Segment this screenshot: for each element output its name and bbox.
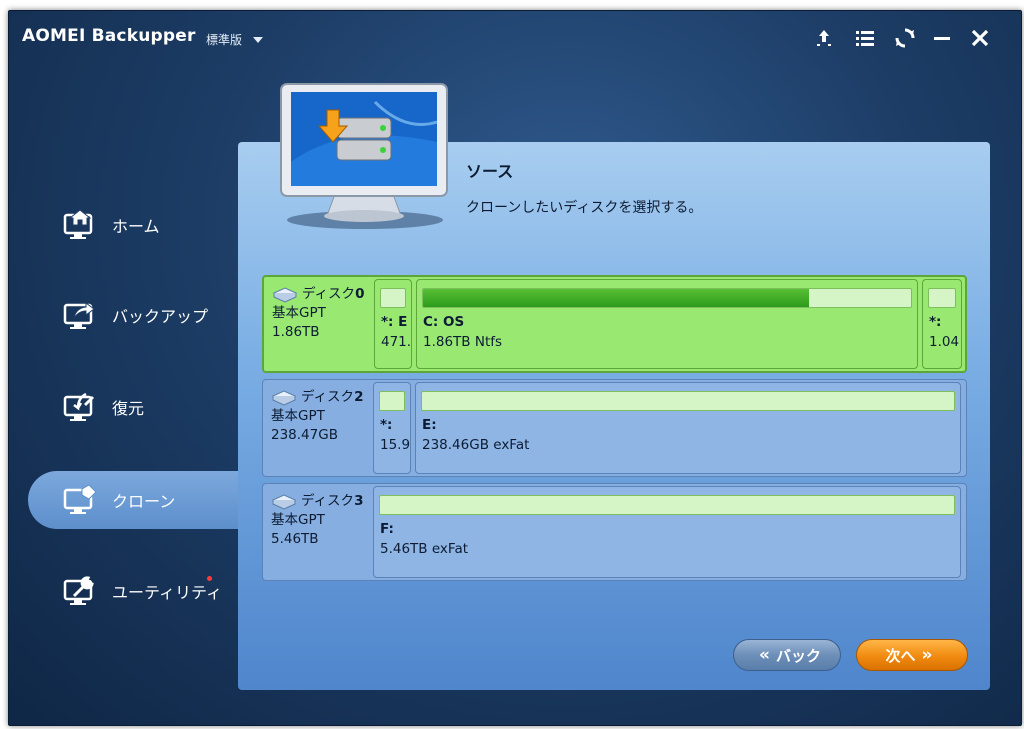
sidebar-item-backup[interactable]: バックアップ [28, 286, 238, 344]
partition-usage-bar [380, 288, 406, 308]
disk-size: 5.46TB [271, 531, 319, 547]
menu-icon[interactable] [853, 26, 877, 50]
double-chevron-left-icon: « [759, 645, 770, 665]
partition-label: C: OS [423, 314, 465, 330]
sidebar-item-label: ユーティリティ [112, 583, 223, 602]
back-button-label: バック [775, 646, 821, 665]
partition-size: 238.46GB exFat [422, 437, 530, 453]
disk-number: 2 [354, 389, 364, 405]
step-title: ソース [466, 162, 514, 181]
disk-number: 0 [355, 286, 365, 302]
disk-icon [271, 493, 297, 510]
sidebar-item-label: ホーム [112, 217, 160, 236]
backup-icon [60, 297, 100, 333]
partition-usage-bar [422, 288, 912, 308]
sidebar-item-utilities[interactable]: ユーティリティ [28, 562, 238, 620]
close-icon[interactable] [968, 26, 992, 50]
disk-name-prefix: ディスク [301, 389, 355, 405]
disk-info: ディスク 3 基本GPT 5.46TB [271, 492, 371, 549]
monitor-icon [275, 82, 453, 232]
partition-usage-bar [928, 288, 956, 308]
notification-dot [207, 576, 212, 581]
partition-label: E: [422, 417, 437, 433]
sidebar-item-label: バックアップ [112, 307, 209, 326]
next-button[interactable]: 次へ » [856, 639, 968, 671]
restore-icon [60, 389, 100, 425]
partition[interactable]: C: OS 1.86TB Ntfs [416, 279, 918, 369]
utilities-icon [60, 573, 100, 609]
disk-info: ディスク 0 基本GPT 1.86TB [272, 285, 372, 342]
home-icon [60, 207, 100, 243]
minimize-icon[interactable] [930, 26, 954, 50]
partition[interactable]: *: E 471. [374, 279, 412, 369]
app-title: AOMEI Backupper [22, 26, 196, 46]
disk-size: 238.47GB [271, 427, 338, 443]
sidebar-item-home[interactable]: ホーム [28, 196, 238, 254]
partition-size: 471. [381, 334, 412, 350]
partition[interactable]: *: 1.04 [922, 279, 962, 369]
disk-type: 基本GPT [271, 512, 325, 528]
partition-size: 15.9 [380, 437, 411, 453]
double-chevron-right-icon: » [921, 645, 933, 665]
partition-label: *: [929, 314, 942, 330]
next-button-label: 次へ [885, 646, 916, 665]
refresh-icon[interactable] [893, 26, 917, 50]
sidebar-item-label: クローン [112, 492, 176, 511]
partition-size: 5.46TB exFat [380, 541, 469, 557]
partition[interactable]: F: 5.46TB exFat [373, 486, 961, 578]
partition-size: 1.04 [929, 334, 960, 350]
disk-row-3[interactable]: ディスク 3 基本GPT 5.46TB F: 5.46TB exFat [262, 483, 967, 581]
edition-selector[interactable]: 標準版 [206, 31, 242, 48]
disk-number: 3 [354, 493, 364, 509]
partition[interactable]: *: 15.9 [373, 382, 411, 474]
upgrade-icon[interactable] [812, 26, 836, 50]
disk-type: 基本GPT [272, 305, 326, 321]
sidebar-item-clone[interactable]: クローン [28, 471, 240, 529]
clone-icon [60, 482, 100, 518]
partition-label: *: [380, 417, 393, 433]
partition-usage-bar [379, 391, 405, 411]
disk-size: 1.86TB [272, 324, 320, 340]
disk-info: ディスク 2 基本GPT 238.47GB [271, 388, 371, 445]
partition-label: F: [380, 521, 394, 537]
chevron-down-icon[interactable] [253, 37, 263, 43]
partition[interactable]: E: 238.46GB exFat [415, 382, 961, 474]
disk-row-0[interactable]: ディスク 0 基本GPT 1.86TB *: E 471. C: OS 1.86T… [262, 275, 967, 373]
disk-icon [272, 286, 298, 303]
sidebar-item-restore[interactable]: 復元 [28, 378, 238, 436]
disk-name-prefix: ディスク [302, 286, 356, 302]
step-description: クローンしたいディスクを選択する。 [466, 200, 703, 216]
disk-type: 基本GPT [271, 408, 325, 424]
partition-usage-bar [421, 391, 955, 411]
partition-label: *: E [381, 314, 408, 330]
sidebar-item-label: 復元 [112, 399, 145, 418]
partition-usage-bar [379, 495, 955, 515]
disk-row-2[interactable]: ディスク 2 基本GPT 238.47GB *: 15.9 E: 238.46GB… [262, 379, 967, 477]
disk-name-prefix: ディスク [301, 493, 355, 509]
disk-icon [271, 389, 297, 406]
partition-size: 1.86TB Ntfs [423, 334, 503, 350]
back-button[interactable]: « バック [733, 639, 841, 671]
